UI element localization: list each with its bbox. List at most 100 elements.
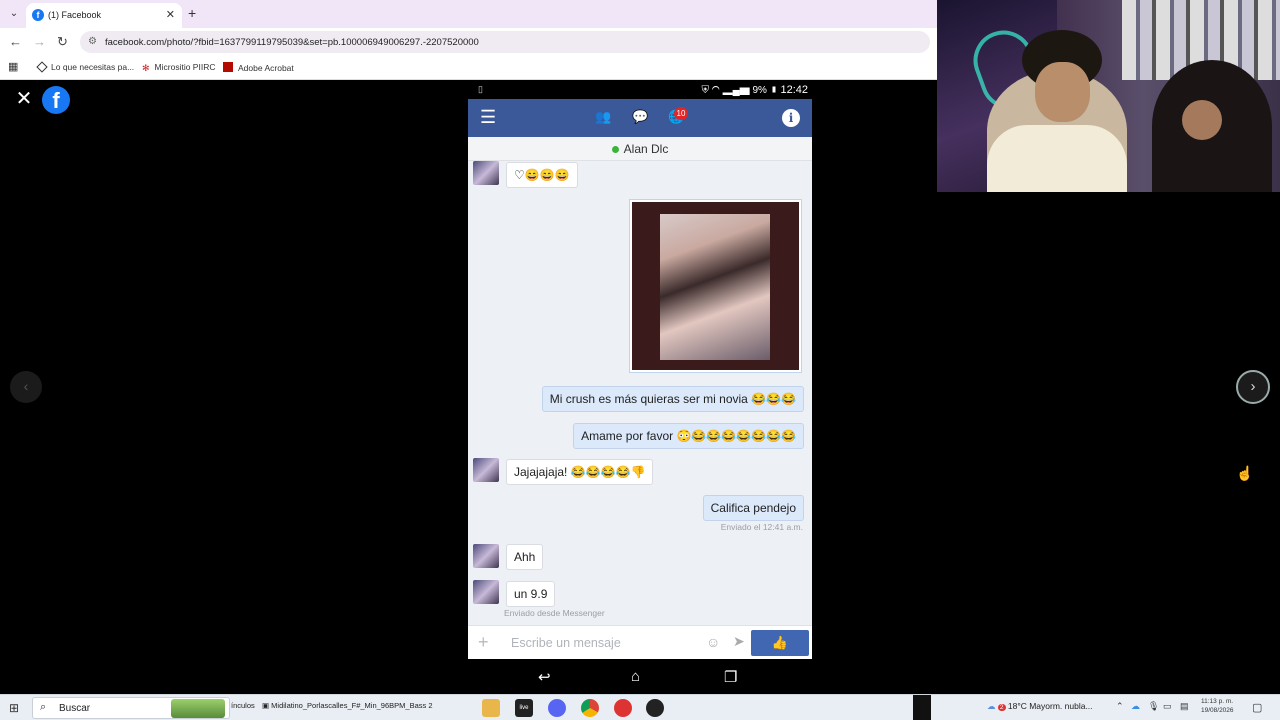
windows-taskbar: ⊞ ⌕ Buscar ínculos ▣ Midilatino_Porlasca… (0, 694, 1280, 720)
adobe-acrobat-icon (223, 62, 233, 72)
contact-avatar (473, 458, 499, 482)
windows-start-icon[interactable]: ⊞ (9, 701, 23, 715)
window-file-icon: ▣ (262, 701, 272, 710)
search-icon: ⌕ (40, 701, 47, 713)
back-icon[interactable]: ← (9, 34, 22, 49)
network-icon[interactable]: ▭ (1163, 701, 1172, 712)
previous-photo-button[interactable]: ‹ (10, 371, 42, 403)
online-status-dot (611, 146, 619, 153)
url-text: facebook.com/photo/?fbid=163779911979503… (105, 37, 479, 48)
tab-list-chevron-icon[interactable]: ⌄ (6, 6, 22, 22)
android-home-icon[interactable]: ⌂ (631, 668, 640, 685)
contact-avatar (473, 544, 499, 568)
toolbar: ← → ↻ ⚙ facebook.com/photo/?fbid=1637799… (0, 28, 937, 56)
bookmarks-bar: ▦ Lo que necesitas pa... ✻ Micrositio PII… (0, 56, 937, 80)
next-photo-button[interactable]: › (1236, 370, 1270, 404)
bookmark-label: Micrositio PIIRC (154, 62, 216, 72)
streamer-shirt (987, 125, 1127, 192)
close-viewer-icon[interactable]: ✕ (13, 88, 35, 110)
new-tab-button[interactable]: + (188, 5, 196, 21)
messages-icon[interactable]: 💬 (632, 109, 650, 125)
tab-title: (1) Facebook (48, 10, 102, 20)
facebook-top-bar: ☰ 👥 💬 🌐 10 i (468, 99, 812, 137)
thumbs-up-icon: 👍 (771, 635, 789, 650)
tab-close-icon[interactable]: ✕ (166, 8, 175, 21)
taskbar-window-fragment[interactable]: ínculos (231, 701, 255, 710)
speaker-icon[interactable]: ▤ (1180, 701, 1189, 712)
notification-center-icon[interactable]: ▢ (1252, 701, 1262, 714)
bookmark-label: Lo que necesitas pa... (51, 62, 135, 72)
add-attachment-icon[interactable]: + (478, 632, 489, 653)
message-input[interactable]: Escribe un mensaje (511, 636, 621, 650)
sent-photo[interactable] (629, 199, 802, 373)
site-info-icon[interactable]: ⚙ (88, 36, 97, 47)
phone-notification-icon: ▯ (478, 84, 483, 94)
photo-subject (660, 214, 770, 360)
wifi-signal-icon: ⛨ ◠ ▂▄▆ (701, 85, 750, 96)
file-explorer-icon[interactable] (482, 699, 500, 717)
facebook-favicon-icon: f (32, 9, 44, 21)
tab-facebook[interactable]: f (1) Facebook ✕ (26, 3, 182, 28)
message-thread: ♡😄😄😄 Mi crush es más quieras ser mi novi… (468, 161, 812, 625)
address-bar[interactable]: ⚙ facebook.com/photo/?fbid=1637799119795… (80, 31, 930, 53)
weather-text: 18°C Mayorm. nubla... (1007, 701, 1093, 711)
app-red-icon[interactable] (614, 699, 632, 717)
taskbar-clock[interactable]: 11:13 p. m. 19/08/2026 (1201, 697, 1234, 715)
search-placeholder: Buscar (59, 703, 91, 714)
android-back-icon[interactable]: ↩ (538, 668, 551, 686)
live-app-icon[interactable]: live (515, 699, 533, 717)
info-icon[interactable]: i (782, 109, 800, 127)
sent-timestamp: Enviado el 12:41 a.m. (720, 522, 803, 532)
photo-image (632, 202, 799, 370)
onedrive-icon[interactable]: ☁ (1131, 701, 1140, 712)
conversation-header: Alan Dlc (468, 137, 812, 161)
screen: ⌄ f (1) Facebook ✕ + ← → ↻ ⚙ facebook.co… (0, 0, 1280, 720)
microphone-icon[interactable]: 🎙 (1148, 701, 1159, 712)
message-in: Ahh (506, 544, 544, 570)
contact-avatar (473, 580, 499, 604)
search-highlight-image (171, 699, 225, 718)
phone-time: 12:42 (780, 84, 808, 96)
clock-date: 19/08/2026 (1201, 707, 1234, 714)
bookmark-item[interactable]: Lo que necesitas pa... (36, 61, 135, 73)
streamer-face (1035, 62, 1090, 122)
send-icon[interactable]: ➤ (733, 633, 745, 650)
message-in: un 9.9 (506, 581, 556, 607)
window-title-text: Midilatino_Porlascalles_F#_Min_96BPM_Bas… (271, 701, 433, 710)
taskbar-search[interactable]: ⌕ Buscar (32, 697, 230, 719)
contact-name: Alan Dlc (623, 142, 669, 156)
battery-percent: 9% (752, 85, 767, 96)
facebook-logo-icon[interactable]: f (42, 86, 70, 114)
clock-time: 11:13 p. m. (1201, 698, 1234, 705)
discord-icon[interactable] (548, 699, 566, 717)
weather-badge: 2 (997, 704, 1006, 711)
like-button[interactable]: 👍 (751, 630, 809, 656)
hamburger-menu-icon[interactable]: ☰ (480, 107, 496, 128)
tab-bar: ⌄ f (1) Facebook ✕ + (0, 0, 937, 28)
tray-chevron-icon[interactable]: ⌃ (1116, 701, 1124, 712)
second-person (1152, 60, 1272, 192)
reload-icon[interactable]: ↻ (57, 34, 68, 50)
phone-status-right: ⛨ ◠ ▂▄▆ 9% ▮ 12:42 (702, 84, 808, 96)
android-recents-icon[interactable]: ❐ (724, 668, 737, 686)
message-out: Califica pendejo (702, 495, 804, 521)
chrome-icon[interactable] (581, 699, 599, 717)
bookmark-item[interactable]: Adobe Acrobat (223, 62, 294, 73)
notification-badge: 10 (674, 107, 688, 120)
contact-avatar (473, 161, 499, 185)
apps-grid-icon[interactable]: ▦ (8, 60, 18, 73)
message-in: ♡😄😄😄 (506, 162, 578, 188)
phone-status-bar: ▯ ⛨ ◠ ▂▄▆ 9% ▮ 12:42 (468, 81, 812, 99)
bookmark-diamond-icon (36, 61, 48, 73)
obs-icon[interactable] (646, 699, 664, 717)
bookmark-piirc-icon: ✻ (142, 63, 150, 73)
bookmark-item[interactable]: ✻ Micrositio PIIRC (142, 62, 215, 73)
sent-from-messenger: Enviado desde Messenger (504, 608, 605, 618)
taskbar-window-title[interactable]: ▣ Midilatino_Porlascalles_F#_Min_96BPM_B… (262, 701, 433, 710)
forward-icon[interactable]: → (33, 34, 46, 49)
weather-widget[interactable]: ☁ 2 18°C Mayorm. nubla... (987, 701, 1093, 712)
hand-cursor-icon: ☝ (1236, 465, 1254, 481)
friend-requests-icon[interactable]: 👥 (595, 109, 613, 125)
emoji-icon[interactable]: ☺ (706, 634, 720, 650)
message-in: Jajajajaja! 😂😂😂😂👎 (506, 459, 654, 485)
